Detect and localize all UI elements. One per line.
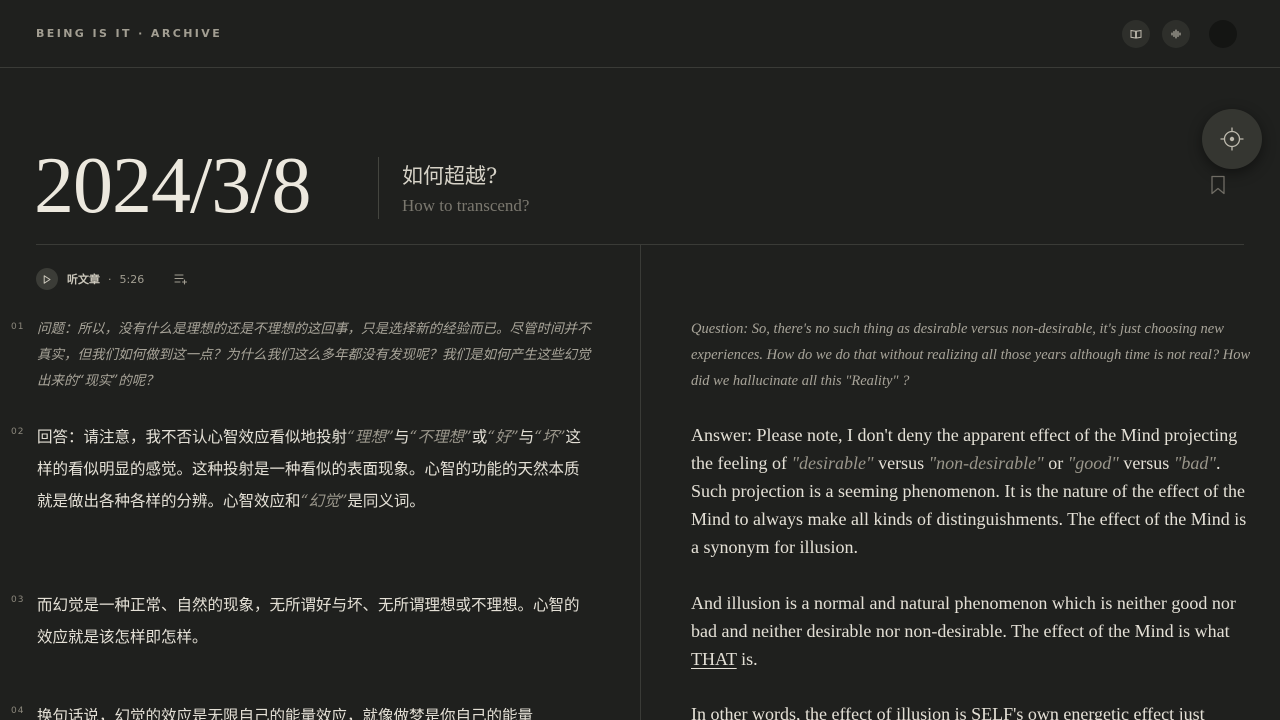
- quoted-term: "desirable": [791, 453, 874, 473]
- paragraph-number: 04: [11, 706, 25, 716]
- article-title-zh: 如何超越?: [402, 164, 498, 188]
- text-run: 回答：请注意，我不否认心智效应看似地投射: [37, 428, 348, 446]
- quoted-term: “坏”: [534, 428, 566, 446]
- column-divider: [640, 245, 641, 720]
- text-run: 或: [471, 428, 488, 446]
- reader-mode-button[interactable]: [1122, 20, 1150, 48]
- quoted-term: “幻觉”: [300, 492, 348, 510]
- crosshair-icon: [1220, 127, 1244, 151]
- paragraph-number: 03: [11, 595, 25, 605]
- question-zh: 问题：所以，没有什么是理想的还是不理想的这回事，只是选择新的经验而已。尽管时间并…: [37, 321, 591, 389]
- bookmark-icon[interactable]: [1210, 175, 1226, 195]
- text-run: 是同义词。: [347, 492, 425, 510]
- audio-player: 听文章 · 5:26: [36, 268, 188, 290]
- audio-mode-button[interactable]: [1162, 20, 1190, 48]
- top-header: BEING IS IT · ARCHIVE: [0, 0, 1280, 68]
- quoted-term: “不理想”: [409, 428, 472, 446]
- listen-label[interactable]: 听文章: [67, 271, 100, 287]
- text-run: or: [1043, 453, 1068, 473]
- text-run: is.: [736, 649, 758, 669]
- answer-zh: 回答：请注意，我不否认心智效应看似地投射“理想”与“不理想”或“好”与“坏”这样…: [37, 421, 593, 517]
- paragraph-number: 01: [11, 322, 25, 332]
- playlist-add-icon[interactable]: [174, 273, 188, 285]
- text-run: 与: [393, 428, 410, 446]
- play-button[interactable]: [36, 268, 58, 290]
- answer-en: Answer: Please note, I don't deny the ap…: [691, 421, 1251, 561]
- quoted-term: "bad": [1173, 453, 1216, 473]
- question-en: Question: So, there's no such thing as d…: [691, 321, 1251, 389]
- paragraph-en: And illusion is a normal and natural phe…: [691, 589, 1251, 673]
- book-icon: [1130, 29, 1142, 39]
- article-title-en: How to transcend?: [402, 196, 530, 215]
- text-run: versus: [873, 453, 929, 473]
- paragraph-en: In other words, the effect of illusion i…: [691, 704, 1205, 720]
- audio-wave-icon: [1171, 29, 1181, 39]
- play-icon: [43, 274, 51, 284]
- avatar[interactable]: [1209, 20, 1237, 48]
- quoted-term: “好”: [487, 428, 519, 446]
- quoted-term: "non-desirable": [928, 453, 1044, 473]
- paragraph-zh: 换句话说，幻觉的效应是无限自己的能量效应，就像做梦是你自己的能量: [37, 707, 534, 720]
- audio-duration: 5:26: [119, 272, 145, 286]
- paragraph-number: 02: [11, 427, 25, 437]
- title-divider: [378, 157, 379, 219]
- locate-button[interactable]: [1202, 109, 1262, 169]
- underlined-term: THAT: [691, 649, 737, 669]
- audio-separator: ·: [108, 272, 112, 286]
- quoted-term: "good": [1067, 453, 1119, 473]
- article-date: 2024/3/8: [34, 142, 311, 230]
- quoted-term: “理想”: [347, 428, 394, 446]
- text-run: 与: [518, 428, 535, 446]
- text-run: And illusion is a normal and natural phe…: [691, 593, 1236, 641]
- site-brand[interactable]: BEING IS IT · ARCHIVE: [36, 27, 222, 40]
- text-run: versus: [1118, 453, 1174, 473]
- paragraph-zh: 而幻觉是一种正常、自然的现象，无所谓好与坏、无所谓理想或不理想。心智的效应就是该…: [37, 596, 580, 646]
